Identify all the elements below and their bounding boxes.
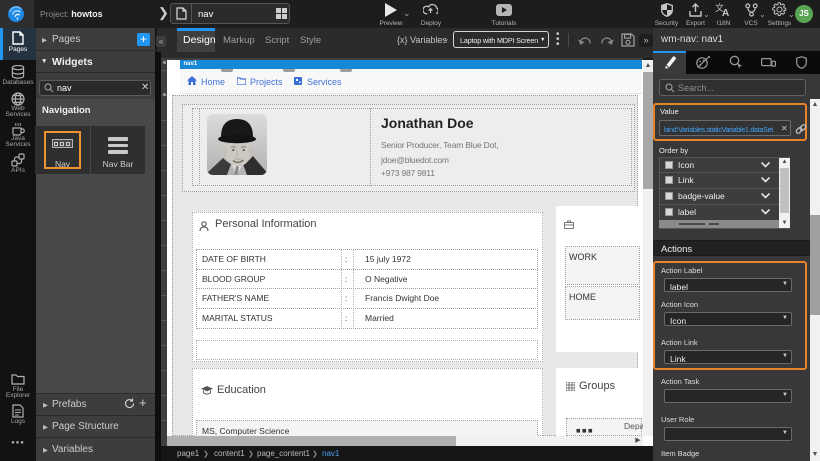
svg-text:A: A <box>722 8 729 17</box>
